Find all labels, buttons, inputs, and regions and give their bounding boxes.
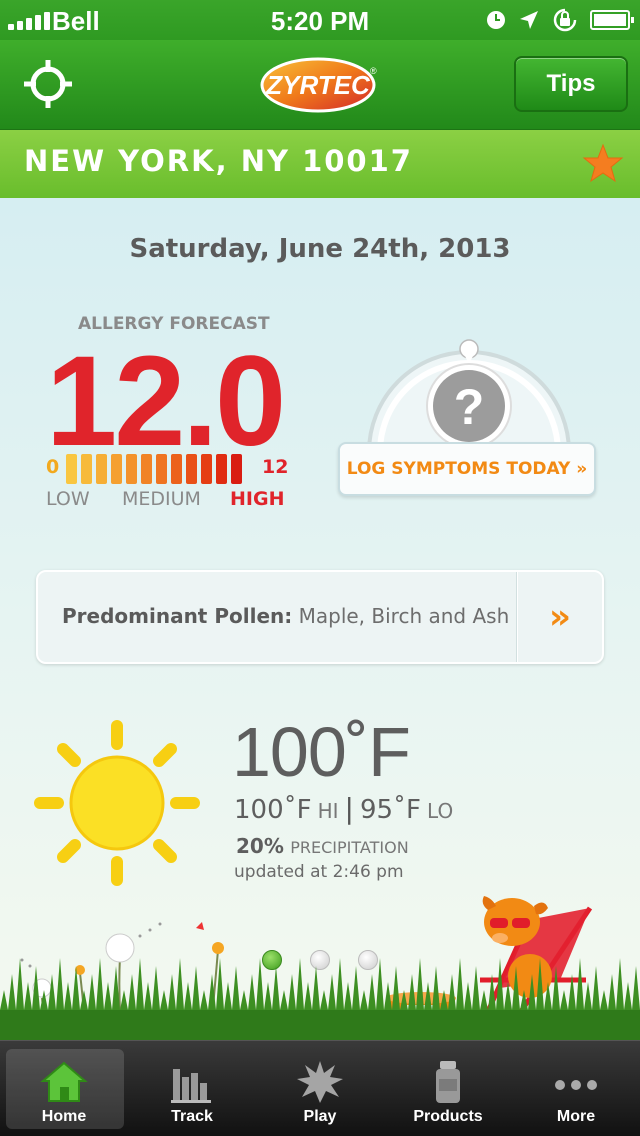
tab-more[interactable]: More <box>512 1041 640 1136</box>
location-bar: NEW YORK, NY 10017 <box>0 130 640 198</box>
pollen-value: Maple, Birch and Ash <box>292 604 510 628</box>
location-title[interactable]: NEW YORK, NY 10017 <box>24 144 413 178</box>
tab-track[interactable]: Track <box>128 1041 256 1136</box>
tab-bar: Home Track Play Products More <box>0 1040 640 1136</box>
allergy-forecast-value: 12.0 <box>46 330 286 473</box>
scale-segment <box>66 454 77 484</box>
scale-bars <box>66 454 242 484</box>
temp-separator: | <box>344 792 354 825</box>
scale-segment <box>126 454 137 484</box>
rotation-lock-icon <box>553 8 577 32</box>
scale-segment <box>186 454 197 484</box>
scale-segment <box>111 454 122 484</box>
sun-weather-icon <box>34 720 200 886</box>
allergy-scale: 0 12 <box>46 454 296 484</box>
more-dots-icon <box>555 1080 597 1090</box>
question-mark-icon: ? <box>454 379 485 435</box>
scale-segment <box>216 454 227 484</box>
level-medium-label: MEDIUM <box>122 488 201 510</box>
tab-products[interactable]: Products <box>384 1041 512 1136</box>
scale-segment <box>201 454 212 484</box>
temp-lo-label: LO <box>427 799 454 823</box>
svg-text:ZYRTEC: ZYRTEC <box>265 70 371 100</box>
tab-label: Home <box>41 1108 87 1125</box>
splat-icon <box>297 1061 343 1103</box>
temp-hi: 100˚F <box>234 795 312 825</box>
battery-icon <box>590 10 634 30</box>
tips-button[interactable]: Tips <box>514 56 628 112</box>
scale-segment <box>231 454 242 484</box>
clock-icon <box>487 11 505 29</box>
scale-segment <box>156 454 167 484</box>
precip-value: 20% <box>236 834 284 858</box>
pollen-card[interactable]: Predominant Pollen: Maple, Birch and Ash… <box>36 570 604 664</box>
level-high-label: HIGH <box>230 488 285 510</box>
tab-label: Products <box>413 1108 483 1125</box>
current-temperature: 100˚F <box>232 713 411 791</box>
favorite-star-icon[interactable] <box>582 142 624 184</box>
scale-segment <box>141 454 152 484</box>
scale-segment <box>171 454 182 484</box>
precipitation: 20% PRECIPITATION <box>236 834 409 858</box>
location-arrow-icon <box>520 11 538 29</box>
zyrtec-logo: ZYRTEC ® <box>260 57 377 113</box>
crosshair-locate-icon[interactable] <box>22 58 74 110</box>
tab-home[interactable]: Home <box>0 1041 128 1136</box>
tab-label: More <box>556 1108 596 1125</box>
home-icon <box>40 1061 88 1102</box>
bar-chart-icon <box>171 1069 211 1103</box>
bottle-icon <box>436 1061 460 1103</box>
scale-max: 12 <box>262 456 289 478</box>
tab-play[interactable]: Play <box>256 1041 384 1136</box>
level-low-label: LOW <box>46 488 90 510</box>
tab-label: Play <box>303 1108 337 1125</box>
forecast-panel: Saturday, June 24th, 2013 ALLERGY FORECA… <box>0 198 640 1040</box>
nav-bar: ZYRTEC ® Tips <box>0 40 640 130</box>
status-bar: Bell 5:20 PM <box>0 0 640 40</box>
tab-label: Track <box>171 1108 213 1125</box>
precip-label: PRECIPITATION <box>290 838 409 857</box>
grass-illustration <box>0 958 640 1040</box>
log-symptoms-button[interactable]: LOG SYMPTOMS TODAY » <box>338 442 596 496</box>
scale-segment <box>81 454 92 484</box>
scale-min: 0 <box>46 456 60 478</box>
svg-text:®: ® <box>370 66 377 76</box>
pollen-more-arrow-icon[interactable]: » <box>518 572 602 662</box>
temp-hi-label: HI <box>317 799 339 823</box>
temp-lo: 95˚F <box>359 795 422 825</box>
updated-time: updated at 2:46 pm <box>234 862 404 882</box>
temp-hi-lo: 100˚F HI | 95˚F LO <box>234 792 453 825</box>
scale-segment <box>96 454 107 484</box>
pollen-text: Predominant Pollen: Maple, Birch and Ash <box>62 604 509 628</box>
pollen-label: Predominant Pollen: <box>62 604 293 628</box>
symptom-gauge[interactable]: ? <box>366 334 572 454</box>
forecast-date: Saturday, June 24th, 2013 <box>129 234 511 264</box>
